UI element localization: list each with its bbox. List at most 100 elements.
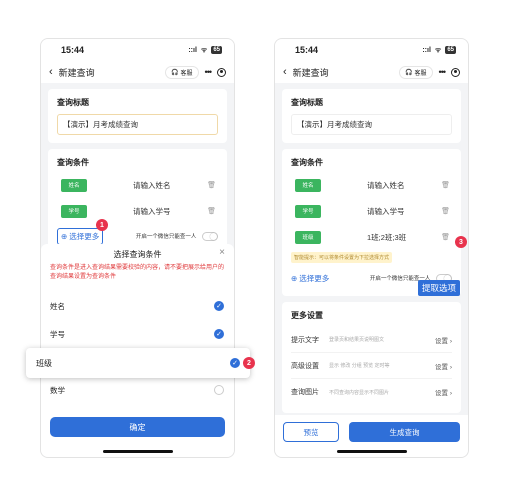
condition-tag[interactable]: 学号 — [61, 204, 87, 218]
option-label: 学号 — [50, 329, 65, 339]
check-icon[interactable]: ✓ — [214, 301, 224, 311]
more-settings-card: 更多设置 提示文字 登录页和结果页说明图文 设置 › 高级设置 显示 修改 分组… — [282, 302, 461, 413]
phone-screen-right: 15:44 ::ıl ᯤ 65 ‹ 新建查询 🎧 客服 ••• 查询标题 【演示… — [274, 38, 469, 458]
back-icon[interactable]: ‹ — [49, 66, 53, 78]
settings-action[interactable]: 设置 › — [435, 361, 452, 371]
generate-button[interactable]: 生成查询 — [349, 422, 460, 442]
option-row[interactable]: 姓名 ✓ — [41, 292, 234, 320]
condition-tag[interactable]: 姓名 — [61, 178, 87, 192]
chevron-right-icon: › — [449, 390, 452, 397]
condition-row: 姓名 请输入姓名 🗑 — [291, 174, 452, 196]
single-wechat-label: 开启一个微信只能查一人 — [135, 233, 197, 240]
settings-row[interactable]: 高级设置 显示 修改 分组 预览 定时等 设置 › — [291, 353, 452, 379]
condition-input[interactable]: 1班;2班;3班 — [367, 232, 441, 243]
query-title-input[interactable]: 【演示】月考成绩查询 — [57, 114, 218, 135]
home-indicator — [102, 450, 173, 453]
settings-row[interactable]: 查询图片 不同查询内容显示不同图片 设置 › — [291, 379, 452, 405]
trash-icon[interactable]: 🗑 — [441, 181, 450, 189]
confirm-button[interactable]: 确定 — [50, 417, 225, 437]
check-icon[interactable]: ✓ — [214, 329, 224, 339]
settings-label: 提示文字 — [291, 336, 319, 344]
option-label: 班级 — [36, 358, 52, 368]
condition-row: 学号 请输入学号 🗑 — [291, 200, 452, 222]
single-wechat-setting: 开启一个微信只能查一人 — [135, 231, 218, 241]
option-label: 姓名 — [50, 301, 65, 311]
settings-row[interactable]: 提示文字 登录页和结果页说明图文 设置 › — [291, 327, 452, 353]
query-title-card: 查询标题 【演示】月考成绩查询 — [48, 89, 227, 143]
battery-icon: 65 — [445, 46, 456, 54]
conditions-card: 查询条件 姓名 请输入姓名 🗑 学号 请输入学号 🗑 班级 1班;2班;3班 🗑… — [282, 149, 461, 296]
step-badge-2: 2 — [243, 357, 255, 369]
extract-options-button[interactable]: 提取选项 — [418, 280, 461, 296]
condition-input[interactable]: 请输入学号 — [133, 206, 207, 217]
signal-icon: ::ıl — [422, 46, 431, 54]
record-icon[interactable] — [451, 67, 460, 77]
page-title: 新建查询 — [58, 67, 95, 78]
settings-desc: 显示 修改 分组 预览 定时等 — [329, 363, 390, 369]
trash-icon[interactable]: 🗑 — [207, 181, 216, 189]
settings-desc: 不同查询内容显示不同图片 — [329, 389, 390, 396]
settings-action[interactable]: 设置 › — [435, 335, 452, 345]
trash-icon[interactable]: 🗑 — [207, 207, 216, 215]
sheet-title: 选择查询条件 — [113, 250, 162, 259]
select-more-button[interactable]: ⊕ 选择更多 — [57, 227, 104, 245]
more-icon[interactable]: ••• — [439, 67, 447, 77]
query-title-heading: 查询标题 — [291, 98, 323, 107]
query-title-input[interactable]: 【演示】月考成绩查询 — [291, 114, 452, 135]
page-title: 新建查询 — [292, 67, 329, 78]
battery-icon: 65 — [211, 46, 222, 54]
settings-label: 查询图片 — [291, 389, 319, 396]
select-more-button[interactable]: ⊕ 选择更多 — [291, 273, 329, 284]
nav-bar: ‹ 新建查询 🎧 客服 ••• — [41, 61, 234, 83]
status-icons: ::ıl ᯤ 65 — [422, 46, 456, 55]
unchecked-circle-icon[interactable] — [214, 385, 224, 395]
service-label: 客服 — [180, 70, 193, 77]
option-row[interactable]: 学号 ✓ — [41, 320, 234, 348]
status-bar: 15:44 ::ıl ᯤ 65 — [41, 39, 234, 61]
plus-circle-icon: ⊕ — [291, 273, 298, 283]
check-icon[interactable]: ✓ — [230, 358, 240, 368]
smart-hint: 智能提示：可以将条件设置为下拉选择方式 — [291, 251, 393, 263]
status-time: 15:44 — [61, 45, 85, 55]
wifi-icon: ᯤ — [434, 46, 442, 54]
chevron-right-icon: › — [449, 363, 452, 371]
service-button[interactable]: 🎧 客服 — [165, 65, 199, 79]
more-icon[interactable]: ••• — [205, 67, 213, 77]
record-icon[interactable] — [217, 67, 226, 77]
headset-icon: 🎧 — [171, 69, 179, 76]
condition-input[interactable]: 请输入学号 — [367, 206, 441, 217]
wifi-icon: ᯤ — [200, 46, 208, 54]
status-bar: 15:44 ::ıl ᯤ 65 — [275, 39, 468, 61]
settings-desc: 登录页和结果页说明图文 — [329, 337, 385, 343]
more-settings-heading: 更多设置 — [291, 311, 323, 320]
status-icons: ::ıl ᯤ 65 — [188, 46, 222, 55]
trash-icon[interactable]: 🗑 — [441, 233, 450, 241]
nav-bar: ‹ 新建查询 🎧 客服 ••• — [275, 61, 468, 83]
phone-screen-left: 15:44 ::ıl ᯤ 65 ‹ 新建查询 🎧 客服 ••• 查询标题 【演示… — [40, 38, 235, 458]
select-more-label: 选择更多 — [299, 273, 330, 283]
hint-row: 智能提示：可以将条件设置为下拉选择方式 — [291, 250, 452, 264]
condition-input[interactable]: 请输入姓名 — [133, 180, 207, 191]
option-row[interactable]: 数学 — [41, 376, 234, 404]
signal-icon: ::ıl — [188, 46, 197, 54]
condition-input[interactable]: 请输入姓名 — [367, 180, 441, 191]
option-row-highlighted[interactable]: 班级 ✓ — [26, 348, 250, 378]
back-icon[interactable]: ‹ — [283, 66, 287, 78]
single-wechat-toggle[interactable] — [202, 231, 218, 241]
condition-tag[interactable]: 班级 — [295, 230, 321, 244]
home-indicator — [336, 450, 407, 453]
preview-button[interactable]: 预览 — [283, 422, 339, 442]
condition-tag[interactable]: 姓名 — [295, 178, 321, 192]
status-time: 15:44 — [295, 45, 319, 55]
trash-icon[interactable]: 🗑 — [441, 207, 450, 215]
conditions-card: 查询条件 姓名 请输入姓名 🗑 学号 请输入学号 🗑 ⊕ 选择更多 开启一个微信… — [48, 149, 227, 254]
condition-row: 班级 1班;2班;3班 🗑 — [291, 226, 452, 248]
service-button[interactable]: 🎧 客服 — [399, 65, 433, 79]
sheet-header: 选择查询条件 × — [41, 244, 234, 260]
service-label: 客服 — [414, 70, 427, 77]
settings-action[interactable]: 设置 › — [435, 387, 452, 397]
close-icon[interactable]: × — [219, 247, 225, 258]
option-label: 数学 — [50, 385, 65, 395]
select-more-label: 选择更多 — [69, 231, 100, 241]
condition-tag[interactable]: 学号 — [295, 204, 321, 218]
